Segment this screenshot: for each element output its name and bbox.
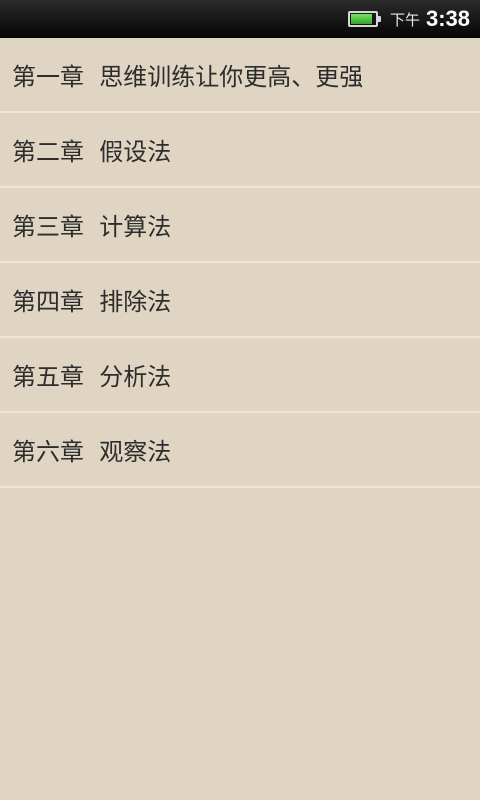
chapter-label: 第三章 计算法 (12, 213, 172, 241)
chapter-list: 第一章 思维训练让你更高、更强 第二章 假设法 第三章 计算法 第四章 排除法 … (0, 38, 480, 488)
chapter-label: 第四章 排除法 (12, 288, 172, 316)
clock-time: 3:38 (425, 6, 470, 31)
battery-level-fill (350, 14, 373, 24)
chapter-item-6[interactable]: 第六章 观察法 (0, 413, 480, 488)
chapter-item-2[interactable]: 第二章 假设法 (0, 113, 480, 188)
status-indicators: 下午 3:38 (347, 0, 470, 38)
chapter-label: 第二章 假设法 (12, 138, 172, 166)
chapter-item-4[interactable]: 第四章 排除法 (0, 263, 480, 338)
chapter-label: 第五章 分析法 (12, 363, 172, 391)
battery-icon (347, 11, 381, 27)
clock-ampm: 下午 (389, 10, 420, 29)
chapter-item-1[interactable]: 第一章 思维训练让你更高、更强 (0, 38, 480, 113)
chapter-item-5[interactable]: 第五章 分析法 (0, 338, 480, 413)
chapter-label: 第一章 思维训练让你更高、更强 (12, 63, 364, 91)
status-bar: 下午 3:38 (0, 0, 480, 38)
chapter-item-3[interactable]: 第三章 计算法 (0, 188, 480, 263)
chapter-label: 第六章 观察法 (12, 438, 172, 466)
